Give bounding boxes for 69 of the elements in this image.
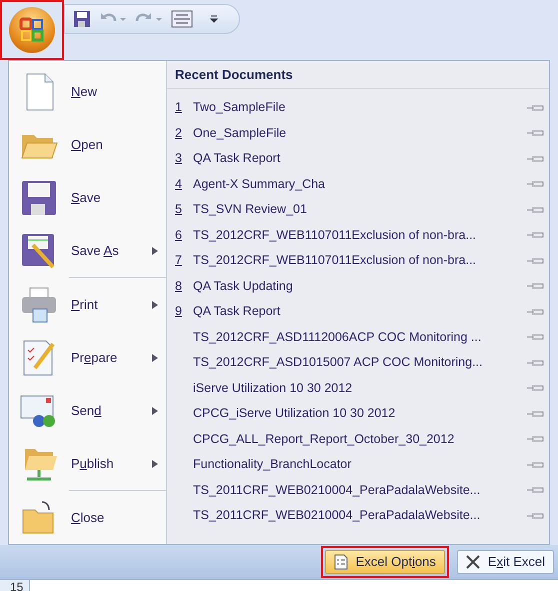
pin-icon[interactable]	[527, 281, 545, 292]
menu-item[interactable]: Print	[9, 278, 166, 331]
pin-icon[interactable]	[527, 460, 545, 470]
menu-label: New	[71, 82, 98, 101]
options-document-icon	[334, 554, 348, 570]
pin-icon[interactable]	[527, 306, 545, 317]
recent-document-item[interactable]: 7 TS_2012CRF_WEB1107011Exclusion of non-bra...	[175, 251, 476, 270]
recent-document-item[interactable]: 1 Two_SampleFile	[175, 98, 286, 118]
recent-document-item[interactable]: 9 QA Task Report	[175, 302, 280, 322]
recent-document-item[interactable]: Functionality_BranchLocator	[175, 455, 352, 474]
pin-icon[interactable]	[527, 485, 545, 496]
pin-icon[interactable]	[527, 332, 545, 342]
pin-icon[interactable]	[527, 179, 545, 190]
save-icon[interactable]	[73, 10, 91, 28]
pin-icon[interactable]	[527, 204, 545, 215]
recent-document-item[interactable]: 6 TS_2012CRF_WEB1107011Exclusion of non-bra...	[175, 226, 476, 245]
recent-document-item[interactable]: TS_2011CRF_WEB0210004_PeraPadalaWebsite...	[175, 506, 480, 526]
row-header: 15	[0, 580, 30, 591]
submenu-arrow-icon	[152, 300, 158, 308]
recent-document-item[interactable]: 2 One_SampleFile	[175, 124, 286, 143]
recent-document-item[interactable]: 5 TS_SVN Review_01	[175, 200, 307, 220]
menu-item[interactable]: Open	[9, 118, 166, 171]
menu-label: Print	[71, 296, 98, 314]
pin-icon[interactable]	[527, 510, 545, 521]
recent-document-item[interactable]: TS_2012CRF_ASD1015007 ACP COC Monitoring...	[175, 353, 483, 372]
menu-item[interactable]: New	[9, 65, 166, 118]
menu-label: Open	[71, 136, 103, 154]
recent-document-item[interactable]: 8 QA Task Updating	[175, 276, 293, 296]
menu-item[interactable]: Close	[9, 491, 166, 544]
office-logo-icon	[19, 17, 45, 43]
submenu-arrow-icon	[152, 406, 158, 414]
menu-item[interactable]: Save As	[9, 224, 166, 277]
office-button[interactable]	[9, 7, 55, 53]
pin-icon[interactable]	[527, 383, 545, 394]
pin-icon[interactable]	[527, 102, 545, 113]
recent-document-item[interactable]: CPCG_iServe Utilization 10 30 2012	[175, 404, 396, 424]
menu-label: Close	[71, 508, 104, 527]
menu-item[interactable]: Prepare	[9, 331, 166, 384]
pin-icon[interactable]	[527, 408, 545, 419]
submenu-arrow-icon	[152, 460, 158, 468]
pin-icon[interactable]	[527, 128, 545, 138]
recent-document-item[interactable]: 4 Agent-X Summary_Cha	[175, 174, 326, 194]
pin-icon[interactable]	[527, 256, 545, 266]
close-icon	[466, 555, 480, 569]
recent-document-item[interactable]: TS_2012CRF_ASD1112006ACP COC Monitoring ...	[175, 328, 482, 347]
pin-icon[interactable]	[527, 434, 545, 444]
pin-icon[interactable]	[527, 230, 545, 240]
menu-label: Save As	[71, 242, 119, 260]
menu-item[interactable]: Publish	[9, 437, 166, 490]
printer-icon	[19, 284, 59, 324]
recent-document-item[interactable]: CPCG_ALL_Report_Report_October_30_2012	[175, 430, 454, 449]
menu-item[interactable]: Save	[9, 171, 166, 224]
wrap-text-icon[interactable]	[171, 10, 193, 28]
menu-label: Publish	[71, 454, 114, 473]
recent-document-item[interactable]: iServe Utilization 10 30 2012	[175, 378, 352, 398]
menu-label: Send	[71, 402, 102, 420]
pin-icon[interactable]	[527, 358, 545, 368]
menu-item[interactable]: Send	[9, 384, 166, 437]
exit-button[interactable]: Exit Excel	[456, 550, 554, 574]
recent-document-item[interactable]: TS_2011CRF_WEB0210004_PeraPadalaWebsite...	[175, 480, 480, 500]
submenu-arrow-icon	[152, 246, 158, 254]
pin-icon[interactable]	[527, 154, 545, 164]
recent-documents-heading: Recent Documents	[167, 61, 549, 89]
submenu-arrow-icon	[152, 354, 158, 362]
menu-label: Save	[71, 188, 101, 207]
customize-dropdown-icon[interactable]	[209, 13, 219, 25]
recent-document-item[interactable]: 3 QA Task Report	[175, 149, 280, 168]
options-button[interactable]: Excel Options	[324, 550, 445, 574]
menu-label: Prepare	[71, 348, 118, 367]
